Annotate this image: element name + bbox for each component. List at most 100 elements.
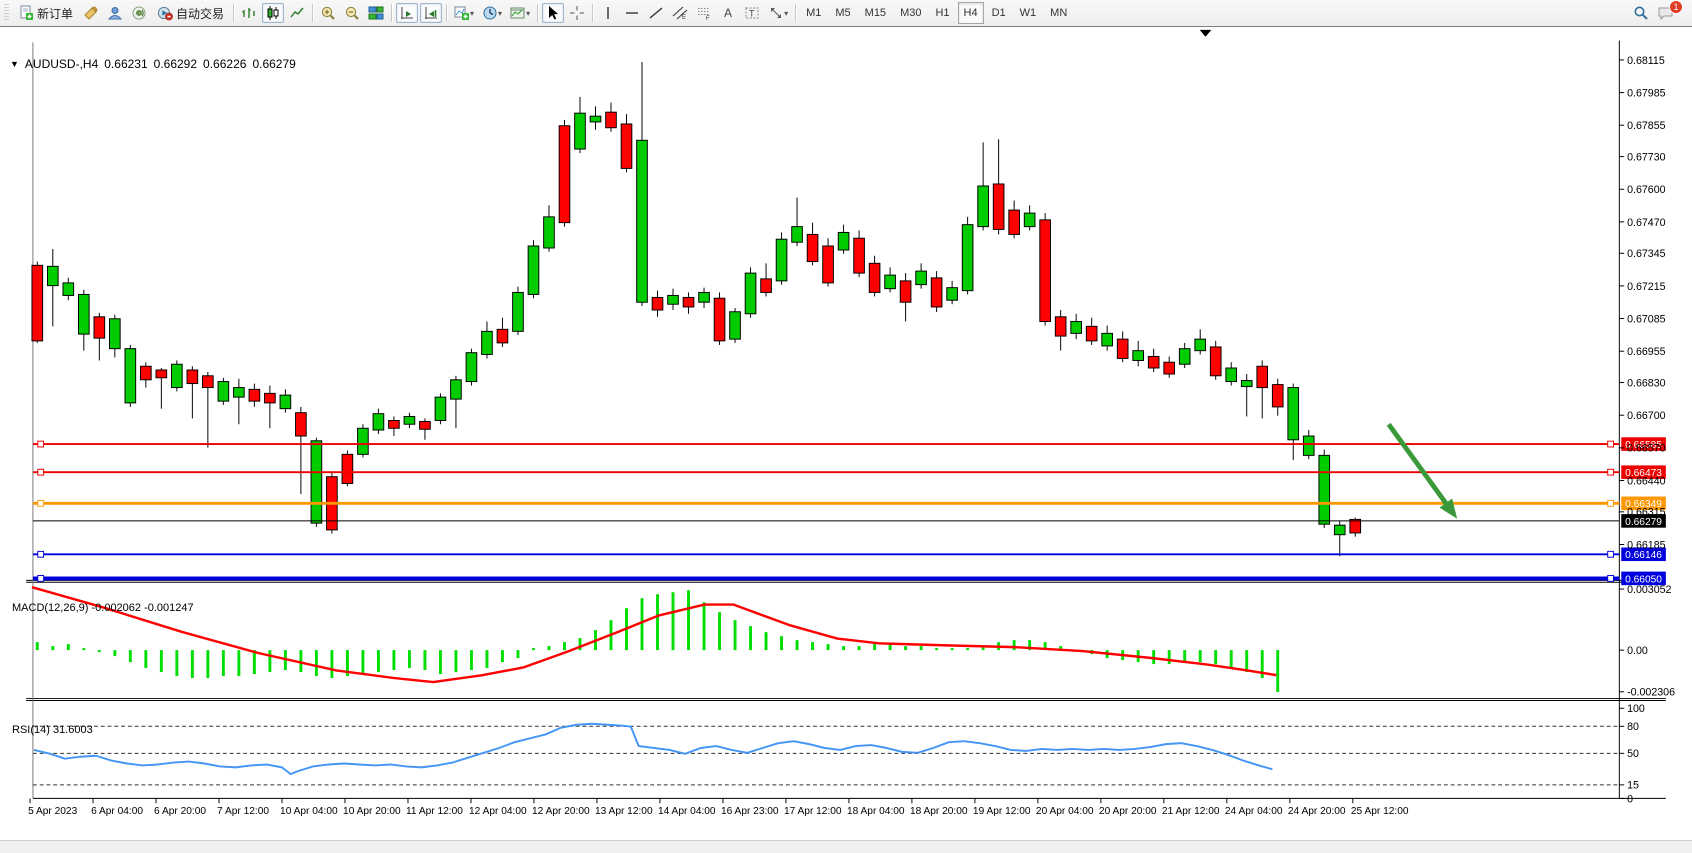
timeframe-m30-button[interactable]: M30	[894, 2, 927, 24]
timeframe-m5-button[interactable]: M5	[829, 2, 856, 24]
line-handle[interactable]	[38, 469, 44, 475]
chart-shift-marker-icon[interactable]	[1200, 30, 1212, 37]
candle-body	[621, 124, 632, 168]
timeframe-h4-button[interactable]: H4	[958, 2, 984, 24]
rsi-name: RSI(14)	[12, 724, 50, 736]
line-handle[interactable]	[38, 500, 44, 506]
price-tick-label: 0.67470	[1627, 217, 1666, 229]
crosshair-button[interactable]	[566, 3, 588, 23]
chart-shift-button[interactable]	[420, 3, 442, 23]
text-label-tool-button[interactable]: T	[741, 3, 763, 23]
time-tick-label: 12 Apr 20:00	[532, 806, 590, 817]
macd-axis-label: 0.003052	[1627, 584, 1671, 596]
zoom-out-button[interactable]	[341, 3, 363, 23]
metaeditor-button[interactable]	[80, 3, 102, 23]
timeframe-m15-button[interactable]: M15	[859, 2, 892, 24]
indicators-button[interactable]: ▾	[451, 3, 477, 23]
candle-body	[1272, 385, 1283, 407]
time-tick-label: 10 Apr 20:00	[343, 806, 401, 817]
timeframe-group: M1M5M15M30H1H4D1W1MN	[799, 2, 1074, 24]
templates-button[interactable]: ▾	[507, 3, 533, 23]
candle-body	[544, 217, 555, 248]
vertical-line-tool-button[interactable]	[597, 3, 619, 23]
new-order-label: 新订单	[37, 5, 73, 22]
svg-text:T: T	[749, 9, 755, 19]
candle-body	[218, 382, 229, 402]
periods-button[interactable]: ▾	[479, 3, 505, 23]
chart-canvas[interactable]: 0.665850.664730.663490.662790.661460.660…	[0, 27, 1692, 842]
candle-body	[854, 238, 865, 273]
line-handle[interactable]	[38, 575, 44, 581]
line-chart-button[interactable]	[286, 3, 308, 23]
arrows-tool-button[interactable]: ▾	[765, 3, 791, 23]
cursor-button[interactable]	[542, 3, 564, 23]
time-tick-label: 25 Apr 12:00	[1351, 806, 1409, 817]
search-button[interactable]	[1630, 3, 1652, 23]
rsi-indicator-label: RSI(14) 31.6003	[12, 724, 93, 736]
candle-body	[78, 294, 89, 334]
autotrading-button[interactable]: 自动交易	[152, 3, 229, 23]
time-tick-label: 24 Apr 04:00	[1225, 806, 1283, 817]
line-handle[interactable]	[38, 441, 44, 447]
toolbar-grip[interactable]	[4, 4, 9, 22]
candle-body	[1133, 351, 1144, 361]
zoom-in-icon	[320, 5, 336, 21]
candlestick-chart-button[interactable]	[262, 3, 284, 23]
candle-body	[1024, 213, 1035, 227]
timeframe-h1-button[interactable]: H1	[929, 2, 955, 24]
candle-body	[668, 295, 679, 304]
candle-body	[931, 278, 942, 307]
candle-body	[699, 292, 710, 302]
horizontal-line-tool-button[interactable]	[621, 3, 643, 23]
trend-arrow-annotation[interactable]	[1389, 424, 1453, 512]
candle-body	[916, 271, 927, 285]
text-tool-button[interactable]: A	[717, 3, 739, 23]
timeframe-w1-button[interactable]: W1	[1014, 2, 1043, 24]
price-tick-label: 0.66185	[1627, 539, 1666, 551]
line-handle[interactable]	[1608, 469, 1614, 475]
community-button[interactable]	[104, 3, 126, 23]
candle-body	[265, 393, 276, 403]
timeframe-d1-button[interactable]: D1	[986, 2, 1012, 24]
time-tick-label: 6 Apr 20:00	[154, 806, 206, 817]
candle-body	[1055, 317, 1066, 336]
time-tick-label: 24 Apr 20:00	[1288, 806, 1346, 817]
candle-body	[1102, 333, 1113, 346]
signals-button[interactable]	[128, 3, 150, 23]
candle-body	[714, 298, 725, 341]
auto-scroll-button[interactable]	[396, 3, 418, 23]
line-handle[interactable]	[1608, 551, 1614, 557]
candle-body	[637, 140, 648, 302]
toolbar-separator	[391, 4, 392, 22]
zoom-in-button[interactable]	[317, 3, 339, 23]
line-handle[interactable]	[1608, 575, 1614, 581]
candle-body	[1164, 362, 1175, 374]
toolbar-separator	[233, 4, 234, 22]
price-tick-label: 0.66700	[1627, 410, 1666, 422]
trendline-tool-button[interactable]	[645, 3, 667, 23]
bar-chart-button[interactable]	[238, 3, 260, 23]
candle-body	[730, 312, 741, 339]
timeframe-m1-button[interactable]: M1	[800, 2, 827, 24]
candle-body	[482, 331, 493, 354]
toolbar-separator	[795, 4, 796, 22]
line-handle[interactable]	[1608, 500, 1614, 506]
crosshair-icon	[569, 5, 585, 21]
fibonacci-tool-button[interactable]: F	[693, 3, 715, 23]
timeframe-mn-button[interactable]: MN	[1044, 2, 1073, 24]
chart-menu-icon[interactable]: ▼	[10, 59, 19, 69]
tile-windows-button[interactable]	[365, 3, 387, 23]
svg-text:E: E	[682, 15, 686, 21]
line-handle[interactable]	[38, 551, 44, 557]
new-order-button[interactable]: 新订单	[13, 3, 78, 23]
candle-body	[652, 297, 663, 310]
macd-indicator-label: MACD(12,26,9) -0.002062 -0.001247	[12, 602, 194, 614]
candle-body	[1303, 436, 1314, 455]
line-handle[interactable]	[1608, 441, 1614, 447]
equidistant-channel-tool-button[interactable]: E	[669, 3, 691, 23]
macd-axis-label: 0.00	[1627, 645, 1648, 657]
ohlc-close: 0.66279	[252, 57, 295, 71]
price-tick-label: 0.67085	[1627, 313, 1666, 325]
chart-window[interactable]: ▼ AUDUSD-,H4 0.66231 0.66292 0.66226 0.6…	[0, 26, 1692, 842]
chat-button[interactable]: 1	[1654, 3, 1678, 23]
